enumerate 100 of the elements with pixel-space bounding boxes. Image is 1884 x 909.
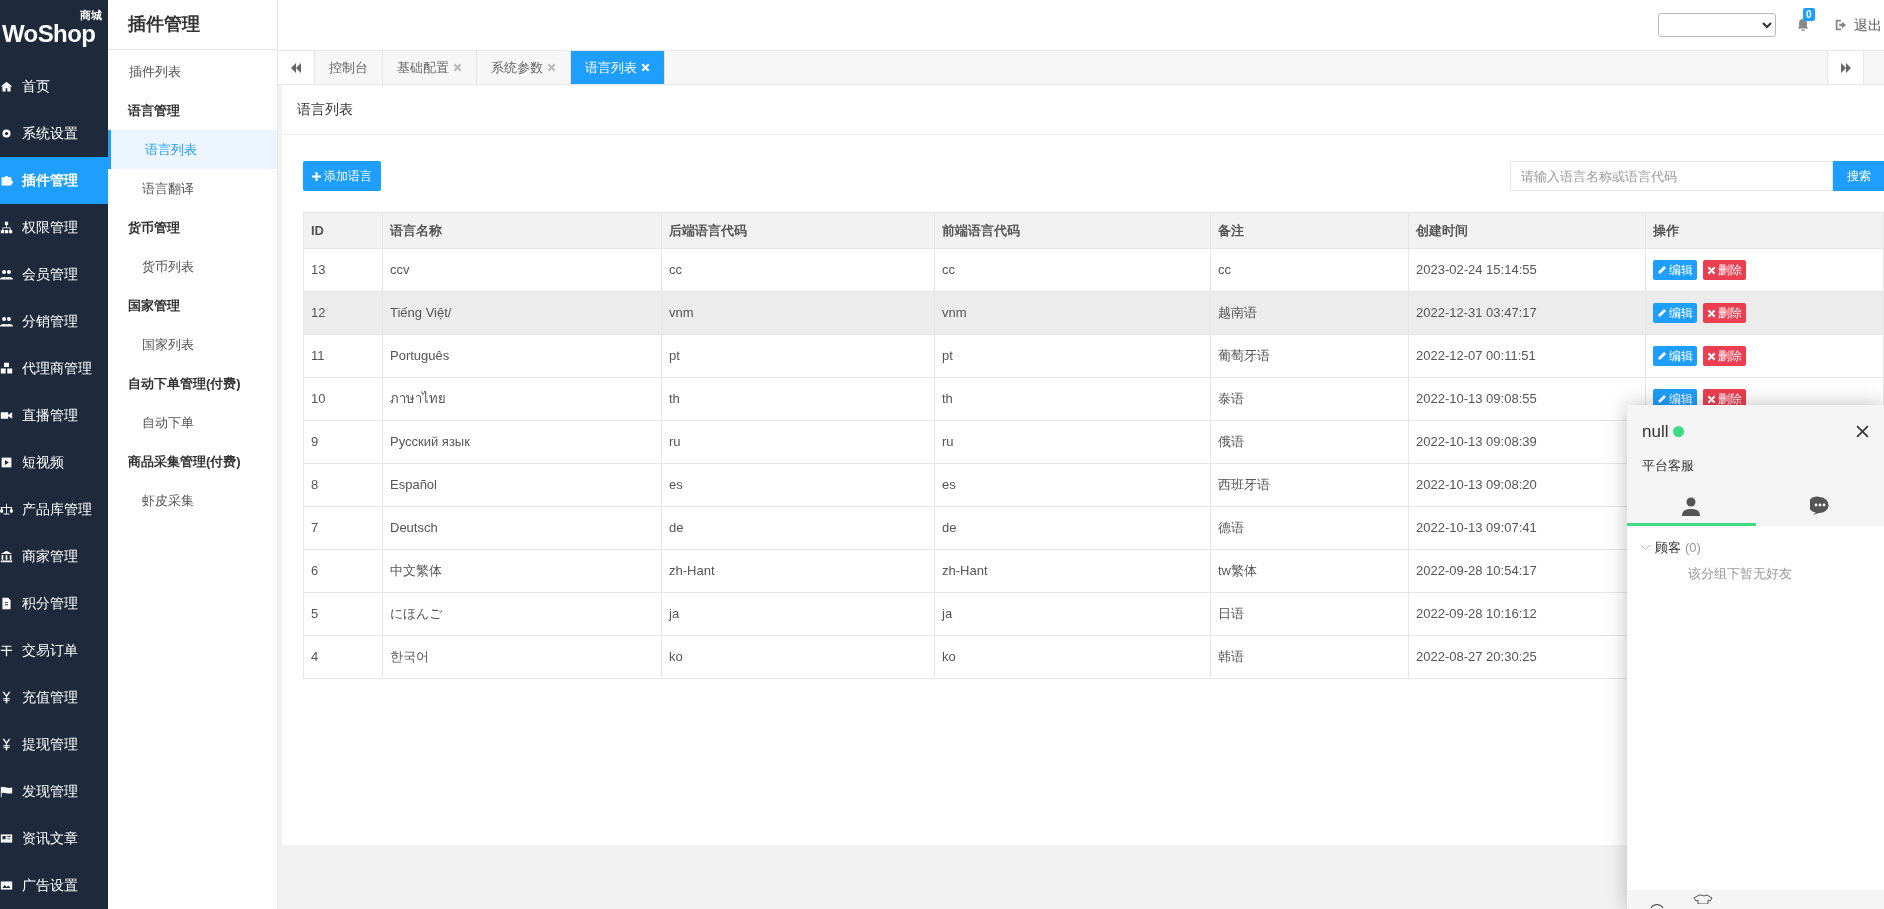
column-header: ID — [303, 212, 383, 249]
sidebar-item[interactable]: 系统设置 — [0, 110, 108, 157]
delete-button[interactable]: 删除 — [1703, 260, 1746, 280]
group-heading: 自动下单管理(付费) — [127, 374, 242, 393]
table-cell: 越南语 — [1210, 291, 1409, 335]
column-header: 备注 — [1210, 212, 1409, 249]
column-header: 后端语言代码 — [661, 212, 935, 249]
table-row[interactable]: 11 Português pt pt 葡萄牙语 2022-12-07 00:11:51 编辑 删除 — [303, 334, 1884, 378]
subnav-link[interactable]: 国家列表 — [108, 325, 277, 364]
sidebar-item[interactable]: 积分管理 — [0, 580, 108, 627]
table-cell: 2022-12-31 03:47:17 — [1408, 291, 1646, 335]
table-cell: de — [661, 506, 935, 550]
users-icon — [0, 268, 13, 281]
video-camera-icon — [0, 409, 13, 422]
sidebar-item[interactable]: 充值管理 — [0, 674, 108, 721]
table-cell: 11 — [303, 334, 383, 378]
table-cell: 2023-02-24 15:14:55 — [1408, 248, 1646, 292]
sidebar-item[interactable]: 产品库管理 — [0, 486, 108, 533]
sidebar-item[interactable]: 资讯文章 — [0, 815, 108, 862]
table-cell: ja — [661, 592, 935, 636]
sidebar-item[interactable]: 提现管理 — [0, 721, 108, 768]
empty-message: 该分组下暂无好友 — [1688, 566, 1792, 581]
close-icon — [1707, 394, 1716, 404]
table-cell: zh-Hant — [934, 549, 1211, 593]
table-cell: 12 — [303, 291, 383, 335]
bell-icon[interactable] — [1796, 18, 1810, 32]
logout-link[interactable]: 退出 — [1854, 14, 1882, 36]
table-cell: tw繁体 — [1210, 549, 1409, 593]
scroll-right-button[interactable] — [1827, 51, 1864, 84]
sidebar-item[interactable]: 直播管理 — [0, 392, 108, 439]
table-cell: 2022-12-07 00:11:51 — [1408, 334, 1646, 378]
shirt-icon[interactable] — [1693, 894, 1713, 904]
delete-button[interactable]: 删除 — [1703, 346, 1746, 366]
table-cell: pt — [934, 334, 1211, 378]
table-row[interactable]: 13 ccv cc cc cc 2023-02-24 15:14:55 编辑 删除 — [303, 248, 1884, 292]
tab[interactable]: 控制台 — [315, 51, 383, 84]
scroll-left-button[interactable] — [278, 51, 315, 84]
table-cell: 韩语 — [1210, 635, 1409, 679]
table-row[interactable]: 12 Tiếng Việt/ vnm vnm 越南语 2022-12-31 03:47:17 编辑 删除 — [303, 291, 1884, 335]
search-field[interactable]: 请输入语言名称或语言代码 — [1510, 161, 1833, 191]
table-cell: es — [934, 463, 1211, 507]
sidebar-item[interactable]: 会员管理 — [0, 251, 108, 298]
sitemap-icon — [0, 221, 13, 234]
scale-icon — [0, 503, 13, 516]
table-cell: ko — [661, 635, 935, 679]
sidebar-item[interactable]: 发现管理 — [0, 768, 108, 815]
table-cell: 德语 — [1210, 506, 1409, 550]
tab[interactable]: 基础配置 — [383, 51, 477, 84]
sidebar-item[interactable]: 短视频 — [0, 439, 108, 486]
sidebar-item[interactable]: 代理商管理 — [0, 345, 108, 392]
pencil-icon — [1657, 351, 1667, 361]
column-header: 前端语言代码 — [934, 212, 1211, 249]
group-heading: 货币管理 — [127, 218, 181, 237]
sidebar-item[interactable]: 商家管理 — [0, 533, 108, 580]
delete-button[interactable]: 删除 — [1703, 303, 1746, 323]
table-cell: cc — [661, 248, 935, 292]
close-icon — [1707, 351, 1716, 361]
subnav-link[interactable]: 语言翻译 — [108, 169, 277, 208]
table-cell: 한국어 — [382, 635, 662, 679]
sidebar-item[interactable]: 首页 — [0, 63, 108, 110]
table-cell: cc — [934, 248, 1211, 292]
table-cell: 葡萄牙语 — [1210, 334, 1409, 378]
table-cell: 9 — [303, 420, 383, 464]
sidebar-item[interactable]: 广告设置 — [0, 862, 108, 909]
table-cell: 6 — [303, 549, 383, 593]
plus-icon — [312, 171, 321, 181]
flag-icon — [0, 785, 13, 798]
logo-subtitle: 商城 — [80, 8, 102, 21]
sidebar-item[interactable]: 分销管理 — [0, 298, 108, 345]
table-cell: 4 — [303, 635, 383, 679]
pencil-icon — [1657, 308, 1667, 318]
cubes-icon — [0, 362, 13, 375]
close-icon[interactable] — [1856, 425, 1869, 439]
sidebar-item[interactable]: 权限管理 — [0, 204, 108, 251]
subnav-link[interactable]: 虾皮采集 — [108, 481, 277, 520]
table-cell: ko — [934, 635, 1211, 679]
sidebar-item[interactable]: 交易订单 — [0, 627, 108, 674]
table-cell: zh-Hant — [661, 549, 935, 593]
table-cell: ru — [934, 420, 1211, 464]
table-cell: vnm — [661, 291, 935, 335]
subnav-link[interactable]: 自动下单 — [108, 403, 277, 442]
table-cell: pt — [661, 334, 935, 378]
panel-title: 插件管理 — [128, 13, 200, 36]
table-cell: th — [934, 377, 1211, 421]
subnav-link[interactable]: 货币列表 — [108, 247, 277, 286]
table-cell: 中文繁体 — [382, 549, 662, 593]
column-header: 语言名称 — [382, 212, 662, 249]
home-icon — [0, 80, 13, 93]
group-heading: 国家管理 — [127, 296, 181, 315]
logout-icon[interactable] — [1834, 18, 1848, 32]
subnav-link[interactable]: 插件列表 — [108, 52, 277, 91]
column-header: 操作 — [1645, 212, 1884, 249]
chat-bubble-icon — [1809, 495, 1830, 516]
table-cell: es — [661, 463, 935, 507]
table-cell: cc — [1210, 248, 1409, 292]
table-cell: 俄语 — [1210, 420, 1409, 464]
table-cell: de — [934, 506, 1211, 550]
group-heading: 商品采集管理(付费) — [127, 452, 242, 471]
close-icon — [1707, 265, 1716, 275]
table-cell: Português — [382, 334, 662, 378]
